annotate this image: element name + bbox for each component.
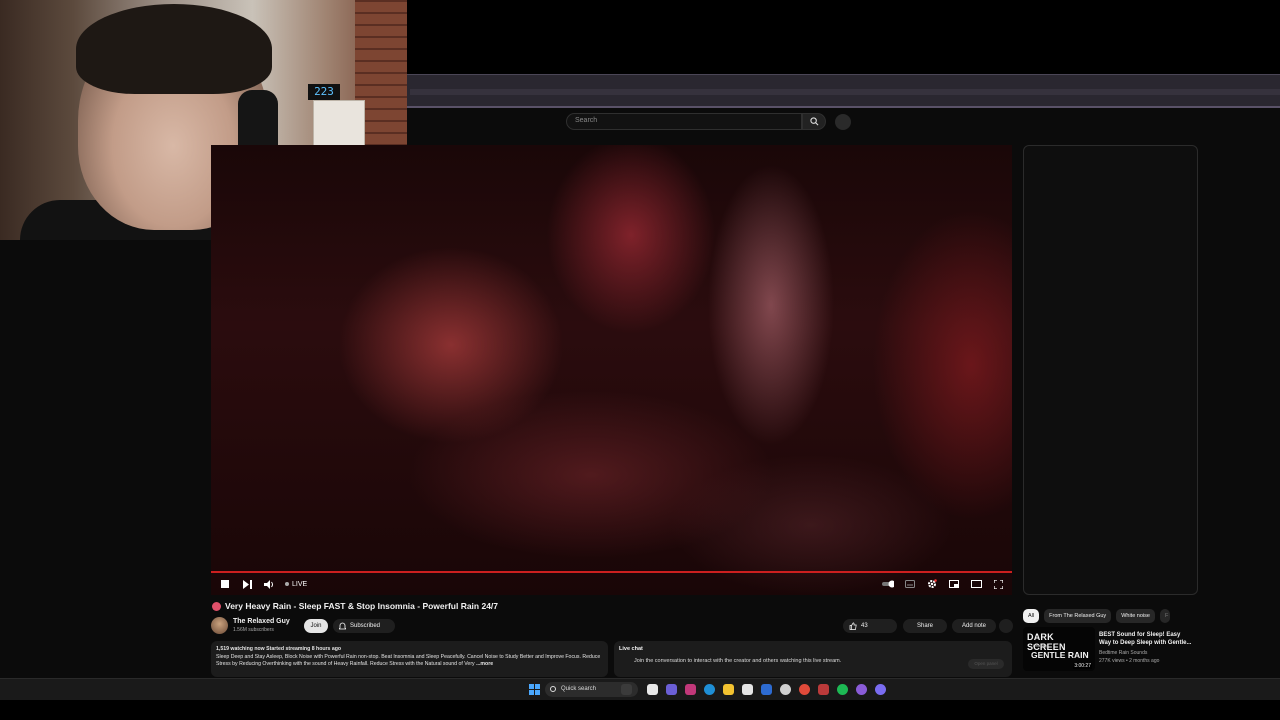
store-icon[interactable] <box>742 684 753 695</box>
fullscreen-icon <box>993 579 1003 589</box>
recommended-meta: 277K views • 2 months ago <box>1099 658 1160 664</box>
volume-icon <box>264 579 273 589</box>
next-button[interactable] <box>241 578 253 590</box>
subtitles-icon <box>905 580 915 588</box>
live-chat-header: Live chat <box>619 646 643 652</box>
thumbs-up-icon <box>849 622 857 630</box>
search-icon <box>809 117 818 126</box>
theater-button[interactable] <box>970 578 982 590</box>
channel-avatar[interactable] <box>211 617 228 634</box>
player-controls: LIVE <box>211 573 1012 595</box>
bell-icon <box>339 622 346 630</box>
live-label: LIVE <box>292 580 308 588</box>
search-input[interactable]: Search <box>566 113 802 130</box>
show-more-link[interactable]: ...more <box>476 661 493 667</box>
settings-button[interactable] <box>926 578 938 590</box>
live-status-icon <box>212 601 221 611</box>
person-hair <box>76 4 272 94</box>
chip-from-channel[interactable]: From The Relaxed Guy <box>1044 609 1112 623</box>
toggle-icon <box>882 580 894 588</box>
windows-start-icon[interactable] <box>529 684 540 695</box>
app2-icon[interactable] <box>761 684 772 695</box>
digital-clock: 223 <box>308 84 340 100</box>
filter-chips: All From The Relaxed Guy White noise F <box>1023 609 1170 623</box>
subscribed-label: Subscribed <box>350 623 381 629</box>
subscriber-count: 1.56M subscribers <box>233 627 274 633</box>
theater-icon <box>970 580 982 588</box>
like-count: 43 <box>861 623 868 629</box>
stop-button[interactable] <box>219 578 231 590</box>
widget-icon[interactable] <box>621 684 632 695</box>
more-actions-button[interactable] <box>999 619 1013 633</box>
thumb-text-gentle-rain: GENTLE RAIN <box>1031 650 1089 660</box>
view-stats: 1,519 watching now Started streaming 8 h… <box>216 646 342 652</box>
chrome-icon[interactable] <box>799 684 810 695</box>
search-icon <box>550 686 556 692</box>
gear-icon <box>928 579 937 588</box>
app3-icon[interactable] <box>780 684 791 695</box>
subtitles-button[interactable] <box>904 578 916 590</box>
stop-icon <box>221 580 229 588</box>
open-panel-button[interactable]: Open panel <box>968 659 1004 669</box>
add-note-button[interactable]: Add note <box>952 619 996 633</box>
video-player[interactable]: LIVE <box>211 145 1012 595</box>
thumb-text-dark-screen: DARK SCREEN <box>1027 632 1066 652</box>
file-explorer-icon[interactable] <box>723 684 734 695</box>
live-dot <box>285 582 289 586</box>
miniplayer-button[interactable] <box>948 578 960 590</box>
miniplayer-icon <box>949 580 959 588</box>
chip-all[interactable]: All <box>1023 609 1040 623</box>
live-chat-box: Live chat Join the conversation to inter… <box>614 641 1012 677</box>
live-chat-message: Join the conversation to interact with t… <box>634 658 842 664</box>
video-title: Very Heavy Rain - Sleep FAST & Stop Inso… <box>212 601 498 611</box>
next-icon <box>242 579 252 589</box>
taskbar-search-label: Quick search <box>561 686 597 692</box>
chrome-stripe <box>410 89 1280 95</box>
volume-button[interactable] <box>263 578 275 590</box>
recommended-title[interactable]: BEST Sound for Sleep! Easy Way to Deep S… <box>1099 631 1194 647</box>
live-indicator[interactable]: LIVE <box>285 581 307 588</box>
chip-white-noise[interactable]: White noise <box>1116 609 1155 623</box>
video-duration: 3:00:27 <box>1073 663 1092 669</box>
recommended-thumbnail[interactable]: DARK SCREEN Relaxing GENTLE RAIN 3:00:27 <box>1023 627 1095 671</box>
screen: Search 223 LIVE Very Heavy Rain - Sleep … <box>0 0 1280 720</box>
app4-icon[interactable] <box>818 684 829 695</box>
app5-icon[interactable] <box>856 684 867 695</box>
description-box[interactable]: 1,519 watching now Started streaming 8 h… <box>211 641 608 677</box>
chip-more[interactable]: F <box>1159 609 1170 623</box>
edge-icon[interactable] <box>704 684 715 695</box>
video-title-text: Very Heavy Rain - Sleep FAST & Stop Inso… <box>225 601 499 611</box>
join-button[interactable]: Join <box>304 619 328 633</box>
like-button[interactable]: 43 <box>843 619 897 633</box>
teams-icon[interactable] <box>666 684 677 695</box>
autoplay-toggle[interactable] <box>882 578 894 590</box>
app6-icon[interactable] <box>875 684 886 695</box>
description-text: Sleep Deep and Stay Asleep, Block Noise … <box>216 653 601 668</box>
subscribed-button[interactable]: Subscribed <box>333 619 395 633</box>
voice-search-button[interactable] <box>835 114 851 130</box>
search-button[interactable] <box>802 113 826 130</box>
thumb-text-relaxing: Relaxing <box>1033 644 1047 648</box>
app-icon[interactable] <box>685 684 696 695</box>
bottom-band <box>0 700 1280 720</box>
share-button[interactable]: Share <box>903 619 947 633</box>
side-panel <box>1023 145 1198 595</box>
fullscreen-button[interactable] <box>992 578 1004 590</box>
recommended-channel[interactable]: Bedtime Rain Sounds <box>1099 650 1147 656</box>
channel-name[interactable]: The Relaxed Guy <box>233 618 290 625</box>
taskbar: Quick search <box>0 678 1280 700</box>
spotify-icon[interactable] <box>837 684 848 695</box>
task-view-icon[interactable] <box>647 684 658 695</box>
